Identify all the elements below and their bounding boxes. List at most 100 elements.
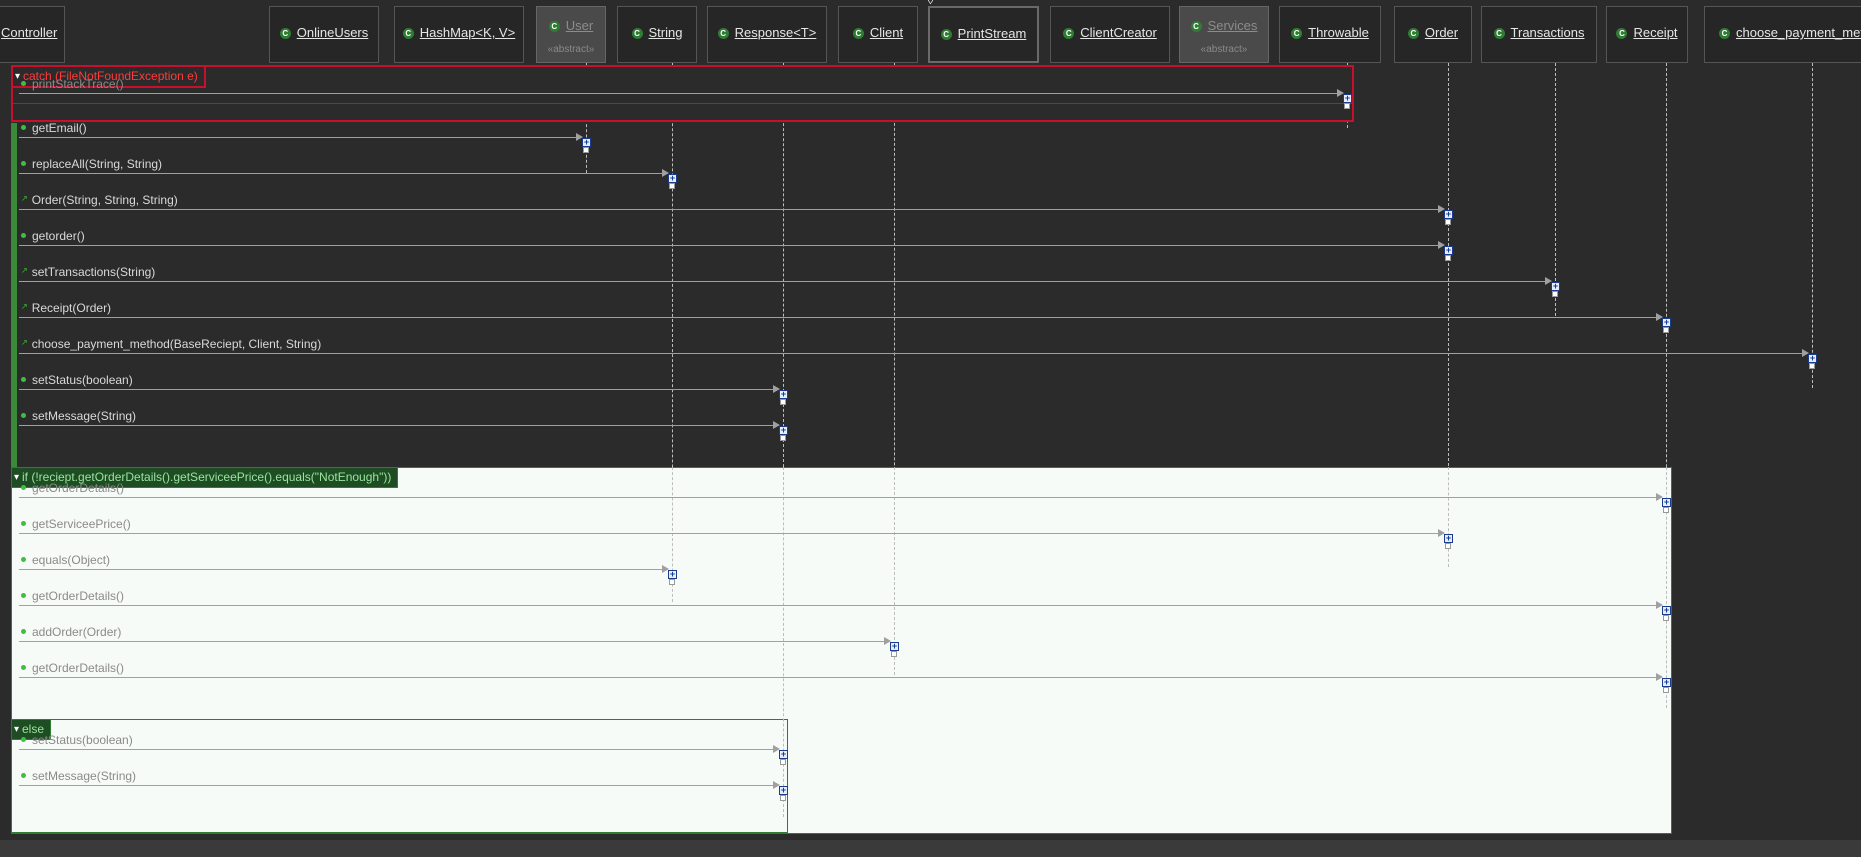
message-label[interactable]: setStatus(boolean) <box>21 733 133 747</box>
public-method-dot-icon <box>21 377 26 382</box>
activation-expand-icon[interactable]: + <box>779 786 788 795</box>
activation-expand-icon[interactable]: + <box>1662 678 1671 687</box>
activation-expand-icon[interactable]: + <box>1662 498 1671 507</box>
public-method-dot-icon <box>21 557 26 562</box>
activation-bar <box>1663 687 1669 693</box>
message-label[interactable]: setStatus(boolean) <box>21 373 133 387</box>
class-c-icon: C <box>852 28 864 39</box>
message-text: getOrderDetails() <box>32 481 125 495</box>
lifeline-header-hashmap[interactable]: C HashMap<K, V> <box>394 6 524 63</box>
lifeline-name: C OnlineUsers <box>270 25 378 40</box>
message-label[interactable]: getEmail() <box>21 121 87 135</box>
class-c-icon: C <box>402 28 414 39</box>
message-label[interactable]: getServiceePrice() <box>21 517 131 531</box>
public-method-dot-icon <box>21 593 26 598</box>
lifeline-header-user[interactable]: C User «abstract» <box>536 6 606 63</box>
activation-expand-icon[interactable]: + <box>582 138 591 147</box>
message-text: getEmail() <box>32 121 87 135</box>
activation-expand-icon[interactable]: + <box>1444 246 1453 255</box>
public-method-dot-icon <box>21 773 26 778</box>
message-label[interactable]: equals(Object) <box>21 553 110 567</box>
activation-expand-icon[interactable]: + <box>668 570 677 579</box>
message-text: getOrderDetails() <box>32 589 125 603</box>
activation-bar <box>1445 255 1451 261</box>
lifeline-header-services[interactable]: C Services «abstract» <box>1179 6 1269 63</box>
message-label[interactable]: replaceAll(String, String) <box>21 157 162 171</box>
message-arrow-line <box>19 425 775 426</box>
message-arrow-line <box>19 93 1339 94</box>
lifeline-header-client[interactable]: C Client <box>838 6 918 63</box>
message-label[interactable]: addOrder(Order) <box>21 625 121 639</box>
message-arrow-line <box>19 605 1658 606</box>
message-label[interactable]: ↗ choose_payment_method(BaseReciept, Clie… <box>21 337 321 351</box>
public-method-dot-icon <box>21 233 26 238</box>
message-label[interactable]: getOrderDetails() <box>21 481 124 495</box>
lifeline-header-receipt[interactable]: C Receipt <box>1606 6 1688 63</box>
activation-bar <box>1663 615 1669 621</box>
activation-bar <box>780 759 786 765</box>
message-label[interactable]: ↗ Order(String, String, String) <box>21 193 178 207</box>
lifeline-header-choose-payment[interactable]: Cchoose_payment_meth <box>1704 6 1861 63</box>
constructor-icon: ↗ <box>21 266 28 275</box>
message-label[interactable]: setMessage(String) <box>21 769 136 783</box>
message-label[interactable]: printStackTrace() <box>21 77 124 91</box>
message-arrow-line <box>19 173 664 174</box>
activation-expand-icon[interactable]: + <box>1444 210 1453 219</box>
activation-expand-icon[interactable]: + <box>1662 318 1671 327</box>
lifeline-header-controller[interactable]: Controller <box>0 6 65 63</box>
class-c-icon: C <box>1407 28 1419 39</box>
class-c-icon: C <box>1291 28 1303 39</box>
lifeline-name: C Throwable <box>1280 25 1380 40</box>
class-c-icon: C <box>1719 28 1730 39</box>
message-text: getServiceePrice() <box>32 517 131 531</box>
activation-expand-icon[interactable]: + <box>668 174 677 183</box>
activation-bar <box>669 183 675 189</box>
activation-expand-icon[interactable]: + <box>1662 606 1671 615</box>
message-label[interactable]: getOrderDetails() <box>21 589 124 603</box>
class-c-icon: C <box>1493 28 1505 39</box>
activation-expand-icon[interactable]: + <box>1551 282 1560 291</box>
activation-expand-icon[interactable]: + <box>1808 354 1817 363</box>
class-c-icon: C <box>1063 28 1075 39</box>
class-c-icon: C <box>631 28 643 39</box>
activation-expand-icon[interactable]: + <box>779 750 788 759</box>
public-method-dot-icon <box>21 521 26 526</box>
class-c-icon: C <box>279 28 291 39</box>
lifeline-header-onlineusers[interactable]: C OnlineUsers <box>269 6 379 63</box>
message-text: setStatus(boolean) <box>32 373 133 387</box>
lifeline-header-order[interactable]: C Order <box>1394 6 1472 63</box>
message-label[interactable]: ↗ Receipt(Order) <box>21 301 111 315</box>
lifeline-header-printstream[interactable]: C PrintStream <box>928 6 1039 63</box>
lifeline-name: C Transactions <box>1482 25 1596 40</box>
message-label[interactable]: getorder() <box>21 229 85 243</box>
horizontal-scrollbar[interactable] <box>0 840 1861 857</box>
lifeline-header-transactions[interactable]: C Transactions <box>1481 6 1597 63</box>
lifeline-name: C Receipt <box>1607 25 1687 40</box>
public-method-dot-icon <box>21 629 26 634</box>
lifeline-transactions <box>1555 63 1556 316</box>
activation-expand-icon[interactable]: + <box>1444 534 1453 543</box>
activation-expand-icon[interactable]: + <box>779 426 788 435</box>
message-label[interactable]: getOrderDetails() <box>21 661 124 675</box>
lifeline-header-response[interactable]: C Response<T> <box>707 6 827 63</box>
lifeline-header-clientcreator[interactable]: C ClientCreator <box>1050 6 1170 63</box>
message-label[interactable]: setMessage(String) <box>21 409 136 423</box>
lifeline-order-in-if <box>1448 467 1449 567</box>
message-arrow-line <box>19 389 775 390</box>
activation-bar <box>891 651 897 657</box>
message-text: Receipt(Order) <box>31 301 112 315</box>
message-label[interactable]: ↗ setTransactions(String) <box>21 265 155 279</box>
lifeline-label: Controller <box>1 25 58 40</box>
activation-expand-icon[interactable]: + <box>779 390 788 399</box>
class-c-icon: C <box>940 29 952 40</box>
message-arrow-line <box>19 353 1804 354</box>
lifeline-header-throwable[interactable]: C Throwable <box>1279 6 1381 63</box>
message-arrow-line <box>19 569 664 570</box>
activation-expand-icon[interactable]: + <box>890 642 899 651</box>
activation-bar <box>669 579 675 585</box>
lifeline-header-string[interactable]: C String <box>617 6 697 63</box>
activation-expand-icon[interactable]: + <box>1343 94 1352 103</box>
message-text: choose_payment_method(BaseReciept, Clien… <box>31 337 322 351</box>
message-text: getOrderDetails() <box>32 661 125 675</box>
lifeline-name: C Services <box>1180 18 1268 33</box>
